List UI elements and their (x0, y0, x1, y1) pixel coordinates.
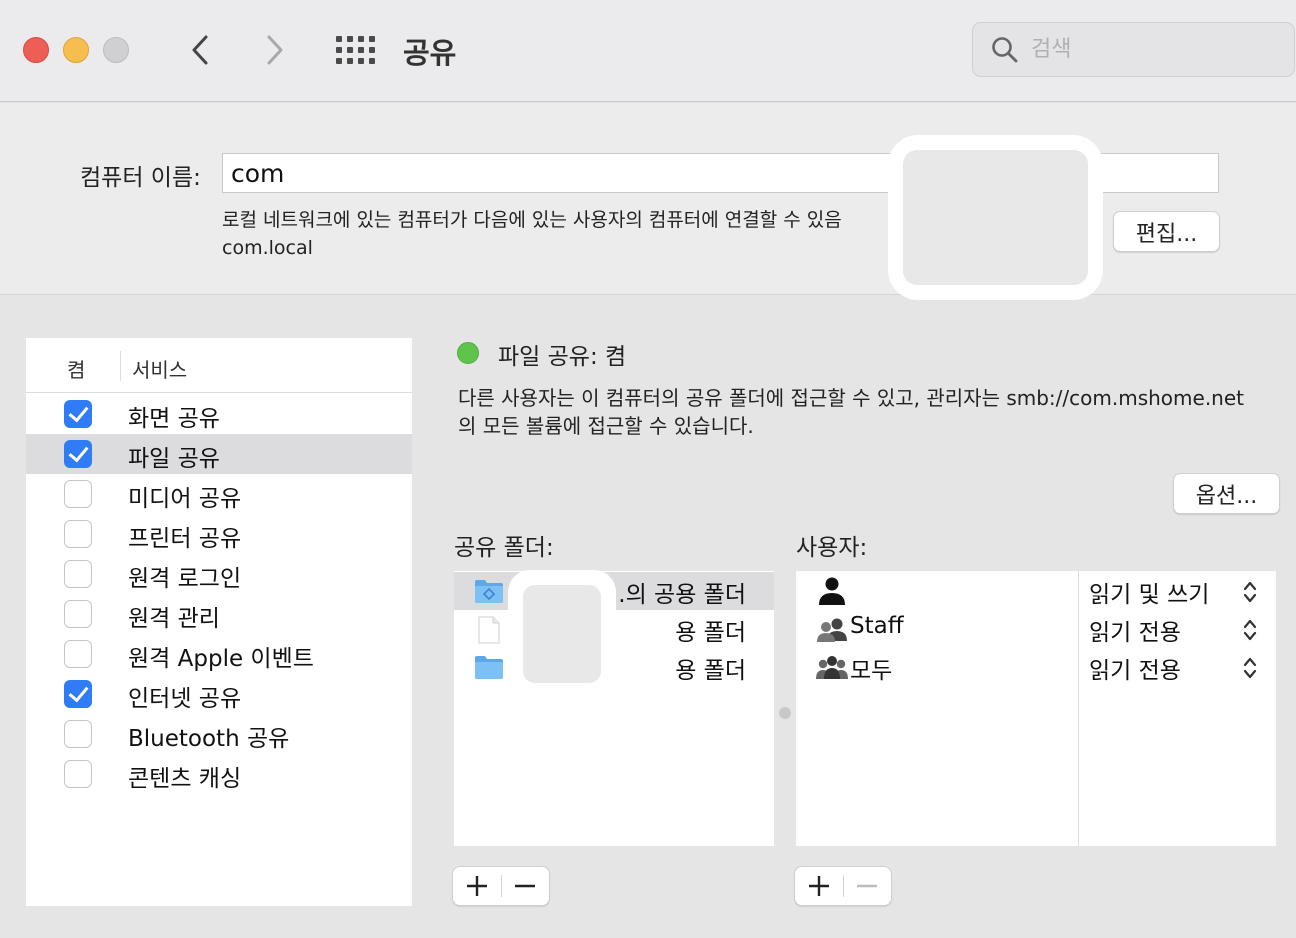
chevron-left-icon (192, 35, 208, 65)
public-folder-icon (474, 578, 504, 608)
split-view-handle[interactable] (779, 707, 791, 719)
service-row[interactable]: 파일 공유 (26, 434, 412, 474)
search-field[interactable] (972, 22, 1295, 77)
shared-folders-label: 공유 폴더: (454, 535, 554, 561)
add-shared-folder-button[interactable] (453, 866, 501, 906)
service-row[interactable]: 원격 로그인 (26, 554, 412, 594)
column-divider (120, 351, 121, 381)
user-permission[interactable]: 읽기 전용 (1089, 651, 1181, 685)
back-button[interactable] (183, 28, 217, 72)
options-button[interactable]: 옵션... (1173, 473, 1280, 514)
service-label: 원격 Apple 이벤트 (128, 646, 314, 672)
permission-stepper-icon[interactable] (1242, 580, 1258, 608)
plus-icon (466, 876, 487, 896)
service-checkbox[interactable] (64, 560, 92, 588)
group-icon (816, 614, 848, 648)
service-row[interactable]: 콘텐츠 캐싱 (26, 754, 412, 794)
redacted-overlay (508, 570, 616, 695)
permission-stepper-icon[interactable] (1242, 618, 1258, 646)
folder-icon (474, 654, 504, 684)
redacted-overlay (888, 135, 1103, 300)
computer-name-description-text: 로컬 네트워크에 있는 컴퓨터가 다음에 있는 사용자의 컴퓨터에 연결할 수 … (222, 209, 842, 231)
user-row[interactable]: 읽기 및 쓰기 (796, 572, 1276, 610)
edit-button[interactable]: 편집... (1113, 211, 1220, 252)
close-window-button[interactable] (23, 37, 49, 63)
service-checkbox[interactable] (64, 400, 92, 428)
shared-folder-name: 용 폴더 (675, 658, 746, 684)
show-all-grid-icon[interactable] (336, 36, 375, 64)
service-label: 콘텐츠 캐싱 (128, 766, 242, 792)
everyone-icon (816, 652, 848, 686)
user-name: 모두 (850, 658, 893, 684)
service-checkbox[interactable] (64, 720, 92, 748)
computer-name-description: 로컬 네트워크에 있는 컴퓨터가 다음에 있는 사용자의 컴퓨터에 연결할 수 … (222, 206, 842, 262)
services-list: 켬 서비스 화면 공유파일 공유미디어 공유프린터 공유원격 로그인원격 관리원… (26, 338, 412, 906)
users-list: 읽기 및 쓰기 Staff 읽기 전용 모두 읽기 전용 (796, 571, 1276, 846)
user-row[interactable]: Staff 읽기 전용 (796, 610, 1276, 648)
service-checkbox[interactable] (64, 640, 92, 668)
service-row[interactable]: 미디어 공유 (26, 474, 412, 514)
service-row[interactable]: 프린터 공유 (26, 514, 412, 554)
service-label: 미디어 공유 (128, 486, 242, 512)
column-header-on[interactable]: 켬 (67, 354, 85, 383)
service-label: 파일 공유 (128, 446, 220, 472)
document-icon (477, 616, 501, 648)
search-icon (992, 36, 1018, 62)
service-description: 다른 사용자는 이 컴퓨터의 공유 폴더에 접근할 수 있고, 관리자는 smb… (458, 384, 1288, 440)
service-checkbox[interactable] (64, 600, 92, 628)
service-checkbox[interactable] (64, 440, 92, 468)
service-checkbox[interactable] (64, 760, 92, 788)
remove-user-button[interactable] (843, 866, 891, 906)
shared-folder-name: 용 폴더 (675, 620, 746, 646)
service-label: 인터넷 공유 (128, 686, 242, 712)
service-label: 프린터 공유 (128, 526, 242, 552)
service-checkbox[interactable] (64, 520, 92, 548)
service-label: Bluetooth 공유 (128, 726, 290, 752)
user-icon (818, 576, 846, 610)
chevron-right-icon (267, 35, 283, 65)
minus-icon (857, 884, 878, 888)
minimize-window-button[interactable] (63, 37, 89, 63)
service-label: 원격 로그인 (128, 566, 242, 592)
add-user-button[interactable] (795, 866, 843, 906)
service-description-line2: 의 모든 볼륨에 접근할 수 있습니다. (458, 414, 754, 438)
service-checkbox[interactable] (64, 680, 92, 708)
local-address: com.local (222, 237, 313, 259)
users-add-remove (794, 866, 892, 906)
service-description-line1: 다른 사용자는 이 컴퓨터의 공유 폴더에 접근할 수 있고, 관리자는 smb… (458, 386, 1244, 410)
shared-folders-add-remove (452, 866, 550, 906)
service-checkbox[interactable] (64, 480, 92, 508)
users-label: 사용자: (796, 535, 868, 561)
status-indicator-icon (457, 342, 479, 364)
permission-stepper-icon[interactable] (1242, 656, 1258, 684)
column-header-service[interactable]: 서비스 (132, 354, 187, 383)
shared-folder-name: ...의 공용 폴더 (603, 582, 746, 608)
plus-icon (808, 876, 829, 896)
minus-icon (515, 884, 536, 888)
user-name: Staff (850, 613, 904, 639)
user-permission[interactable]: 읽기 전용 (1089, 613, 1181, 647)
service-row[interactable]: 화면 공유 (26, 394, 412, 434)
services-list-header: 켬 서비스 (26, 338, 412, 393)
user-row[interactable]: 모두 읽기 전용 (796, 648, 1276, 686)
search-input[interactable] (1031, 37, 1271, 62)
service-label: 원격 관리 (128, 606, 220, 632)
service-row[interactable]: 인터넷 공유 (26, 674, 412, 714)
remove-shared-folder-button[interactable] (501, 866, 549, 906)
service-status: 파일 공유: 켬 (498, 344, 627, 370)
computer-name-label: 컴퓨터 이름: (80, 165, 201, 191)
user-permission[interactable]: 읽기 및 쓰기 (1089, 575, 1209, 609)
zoom-window-button[interactable] (103, 37, 129, 63)
service-row[interactable]: 원격 Apple 이벤트 (26, 634, 412, 674)
forward-button[interactable] (258, 28, 292, 72)
service-label: 화면 공유 (128, 406, 220, 432)
service-row[interactable]: 원격 관리 (26, 594, 412, 634)
window-title: 공유 (403, 36, 457, 70)
service-row[interactable]: Bluetooth 공유 (26, 714, 412, 754)
